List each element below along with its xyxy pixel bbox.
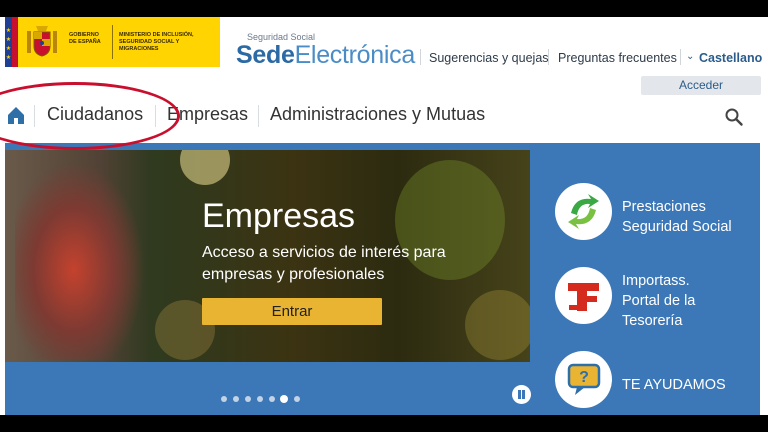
- nav-divider: [258, 105, 259, 127]
- ministry-label: MINISTERIO DE INCLUSIÓN, SEGURIDAD SOCIA…: [119, 32, 194, 52]
- spain-flag-stripe: [12, 17, 18, 67]
- language-selector[interactable]: Castellano: [699, 51, 762, 65]
- prestaciones-link[interactable]: Prestaciones Seguridad Social: [622, 197, 732, 237]
- suggestions-link[interactable]: Sugerencias y quejas: [429, 51, 549, 65]
- service-label-line: Importass.: [622, 273, 690, 289]
- nav-item-administraciones[interactable]: Administraciones y Mutuas: [270, 104, 485, 125]
- carousel-dot-active[interactable]: [280, 395, 288, 403]
- toplink-divider: [420, 49, 421, 65]
- government-label: GOBIERNO DE ESPAÑA: [69, 32, 101, 45]
- prestaciones-icon[interactable]: [555, 183, 612, 240]
- sede-logo-light: Electrónica: [294, 41, 416, 69]
- service-label-line: Prestaciones: [622, 199, 706, 215]
- service-label-line: Portal de la: [622, 293, 696, 309]
- carousel-dot[interactable]: [294, 396, 300, 402]
- service-label-line: TE AYUDAMOS: [622, 377, 726, 393]
- importass-link[interactable]: Importass. Portal de la Tesorería: [622, 271, 695, 331]
- service-label-line: Tesorería: [622, 313, 683, 329]
- carousel-dot[interactable]: [245, 396, 251, 402]
- hero-subtitle: Acceso a servicios de interés para empre…: [202, 244, 446, 283]
- sede-electronica-logo[interactable]: SedeElectrónica: [236, 41, 415, 70]
- sede-logo-bold: Sede: [236, 41, 295, 69]
- hero-enter-button[interactable]: Entrar: [202, 298, 382, 325]
- service-label-line: Seguridad Social: [622, 219, 732, 235]
- faq-link[interactable]: Preguntas frecuentes: [558, 51, 677, 65]
- carousel-dot[interactable]: [269, 396, 275, 402]
- login-button[interactable]: Acceder: [641, 76, 761, 95]
- carousel-dot[interactable]: [221, 396, 227, 402]
- hero-carousel: Empresas Acceso a servicios de interés p…: [5, 150, 530, 362]
- annotation-circle: [0, 82, 180, 150]
- letterbox-bottom: [0, 415, 768, 432]
- carousel-dot[interactable]: [233, 396, 239, 402]
- carousel-dot[interactable]: [257, 396, 263, 402]
- svg-text:?: ?: [579, 369, 589, 386]
- eu-stars-icon: ★ ★ ★ ★: [5, 28, 12, 61]
- importass-icon[interactable]: [555, 267, 612, 324]
- pause-icon[interactable]: [512, 385, 531, 404]
- search-icon[interactable]: [724, 107, 744, 127]
- coat-of-arms-icon: [27, 26, 57, 57]
- chevron-down-icon[interactable]: ⌄: [686, 51, 694, 62]
- toplink-divider: [680, 49, 681, 65]
- toplink-divider: [548, 49, 549, 65]
- browser-viewport: ★ ★ ★ ★ GOBIERNO DE ESPAÑA MINISTERIO DE IN…: [0, 17, 768, 415]
- services-banner: Empresas Acceso a servicios de interés p…: [5, 143, 760, 415]
- government-logo[interactable]: ★ ★ ★ ★ GOBIERNO DE ESPAÑA MINISTERIO DE IN…: [5, 17, 220, 67]
- logo-divider: [112, 25, 113, 59]
- help-chat-icon[interactable]: ?: [555, 351, 612, 408]
- hero-title: Empresas: [202, 197, 356, 235]
- help-link[interactable]: TE AYUDAMOS: [622, 375, 726, 395]
